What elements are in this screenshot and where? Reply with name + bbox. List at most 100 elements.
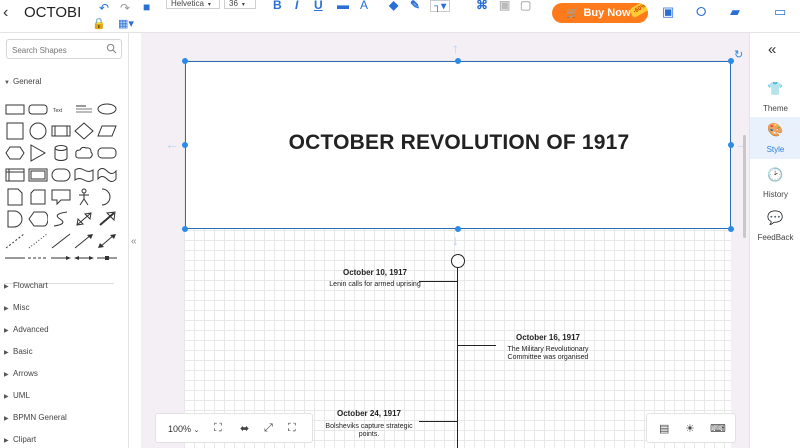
vertical-scrollbar[interactable] <box>743 135 746 238</box>
dashed-line-shape[interactable] <box>5 232 25 250</box>
quick-connect-left-icon[interactable]: ← <box>165 137 179 151</box>
present-icon[interactable]: ▭ <box>774 5 786 19</box>
ellipse-shape[interactable] <box>97 100 117 118</box>
link-line-shape[interactable] <box>97 254 117 262</box>
process-shape[interactable] <box>51 122 71 140</box>
crop-icon[interactable]: ⌘ <box>476 0 488 11</box>
card-shape[interactable] <box>97 144 117 162</box>
grid-table-icon[interactable]: ▦▾ <box>118 17 134 31</box>
quick-connect-down-icon[interactable]: ↓ <box>452 233 459 247</box>
line-shape[interactable] <box>51 232 71 250</box>
category-advanced[interactable]: ▶ Advanced <box>4 325 49 334</box>
card-corner-shape[interactable] <box>28 188 48 206</box>
resize-handle[interactable] <box>728 226 734 232</box>
cloud-shape[interactable] <box>74 144 94 162</box>
callout-shape[interactable] <box>51 188 71 206</box>
brightness-icon[interactable]: ☀ <box>685 422 695 435</box>
double-arrow-line-shape[interactable] <box>97 232 117 250</box>
resize-handle[interactable] <box>728 142 734 148</box>
panel-tab-history[interactable]: 🕑 History <box>750 162 800 204</box>
triangle-shape[interactable] <box>28 144 48 162</box>
italic-icon[interactable]: I <box>295 0 298 11</box>
collapse-right-panel-icon[interactable]: « <box>768 41 776 58</box>
document-title[interactable]: OCTOBI <box>24 4 81 21</box>
panel-tab-feedback[interactable]: 💬 FeedBack <box>750 205 800 247</box>
double-rect-shape[interactable] <box>28 166 48 184</box>
canvas[interactable]: OCTOBER REVOLUTION OF 1917 ↻ ↑ ↓ ← → Oct… <box>141 33 749 448</box>
rotate-icon[interactable]: ↻ <box>734 48 743 61</box>
timeline-start-node[interactable] <box>451 254 465 268</box>
fill-bucket-icon[interactable]: ◆ <box>389 0 398 11</box>
hexagon-shape[interactable] <box>5 144 25 162</box>
category-flowchart[interactable]: ▶ Flowchart <box>4 281 48 290</box>
fullscreen-icon[interactable]: ⛶ <box>288 422 296 435</box>
resize-handle[interactable] <box>182 58 188 64</box>
display-shape[interactable] <box>28 210 48 228</box>
buy-now-button[interactable]: 🛒 Buy Now -60% <box>552 3 648 23</box>
arrow-end-line-shape[interactable] <box>51 254 71 262</box>
paste-style-icon[interactable]: ▢ <box>520 0 531 11</box>
category-misc[interactable]: ▶ Misc <box>4 303 29 312</box>
collapse-left-panel-icon[interactable]: « <box>131 236 137 247</box>
font-size-select[interactable]: 36 ▾ <box>224 0 256 9</box>
text-shape[interactable]: Text <box>51 100 71 118</box>
pen-icon[interactable]: ✎ <box>410 0 420 11</box>
event-description[interactable]: Lenin calls for armed uprising <box>327 281 423 289</box>
undo-icon[interactable]: ↶ <box>99 1 109 15</box>
connector-style-icon[interactable]: ┐▾ <box>430 0 451 12</box>
dotted-line-shape[interactable] <box>28 232 48 250</box>
category-clipart[interactable]: ▶ Clipart <box>4 435 36 444</box>
title-shape[interactable]: OCTOBER REVOLUTION OF 1917 <box>185 61 731 229</box>
circle-shape[interactable] <box>28 122 48 140</box>
fit-width-icon[interactable]: ⬌ <box>240 422 249 435</box>
heading-text-shape[interactable] <box>74 100 94 118</box>
resize-handle[interactable] <box>182 226 188 232</box>
save-icon[interactable]: ▣ <box>662 5 674 19</box>
keyboard-icon[interactable]: ⌨ <box>710 422 726 435</box>
event-date[interactable]: October 10, 1917 <box>327 268 423 277</box>
resize-handle[interactable] <box>455 58 461 64</box>
search-input[interactable] <box>7 41 103 60</box>
resize-handle[interactable] <box>182 142 188 148</box>
solid-line-shape[interactable] <box>5 254 25 262</box>
fit-selection-icon[interactable]: ⛶ <box>214 422 222 435</box>
delay-shape[interactable] <box>5 210 25 228</box>
export-folder-icon[interactable]: ▰ <box>730 5 740 19</box>
redo-icon[interactable]: ↷ <box>120 1 130 15</box>
panel-tab-style[interactable]: 🎨 Style <box>750 117 800 159</box>
bold-icon[interactable]: B <box>273 0 282 11</box>
text-color-icon[interactable]: ▬ <box>337 0 349 11</box>
font-family-select[interactable]: Helvetica ▾ <box>166 0 220 9</box>
category-arrows[interactable]: ▶ Arrows <box>4 369 38 378</box>
category-general[interactable]: ▼ General <box>4 77 41 86</box>
event-date[interactable]: October 24, 1917 <box>321 409 417 418</box>
document-shape[interactable] <box>5 188 25 206</box>
copy-style-icon[interactable]: ▣ <box>499 0 510 11</box>
format-painter-icon[interactable]: ■ <box>143 0 150 14</box>
tape-shape[interactable] <box>74 166 94 184</box>
actor-shape[interactable] <box>74 188 94 206</box>
dash-line-shape[interactable] <box>28 254 48 262</box>
rounded-rect-shape[interactable] <box>28 100 48 118</box>
event-description[interactable]: The Military Revolutionary Committee was… <box>493 346 603 362</box>
parallelogram-shape[interactable] <box>97 122 117 140</box>
terminator-shape[interactable] <box>51 166 71 184</box>
half-circle-shape[interactable] <box>97 188 117 206</box>
title-text[interactable]: OCTOBER REVOLUTION OF 1917 <box>186 131 732 155</box>
arrow-line-shape[interactable] <box>74 232 94 250</box>
panel-tab-theme[interactable]: 👕 Theme <box>750 76 800 118</box>
quick-connect-up-icon[interactable]: ↑ <box>452 41 459 55</box>
event-date[interactable]: October 16, 1917 <box>493 333 603 342</box>
lock-icon[interactable]: 🔒 <box>92 17 106 31</box>
event-description[interactable]: Bolsheviks capture strategic points. <box>321 423 417 439</box>
zoom-select[interactable]: 100% ⌄ <box>168 424 199 434</box>
arrow-shape[interactable] <box>97 210 117 228</box>
internal-storage-shape[interactable] <box>5 166 25 184</box>
quick-connect-right-icon[interactable]: → <box>735 137 749 151</box>
underline-icon[interactable]: U <box>314 0 323 11</box>
search-icon[interactable] <box>106 43 117 54</box>
back-arrow-icon[interactable]: ‹ <box>3 5 17 21</box>
rectangle-shape[interactable] <box>5 100 25 118</box>
cylinder-shape[interactable] <box>51 144 71 162</box>
fit-page-icon[interactable]: ⤢ <box>264 422 273 435</box>
